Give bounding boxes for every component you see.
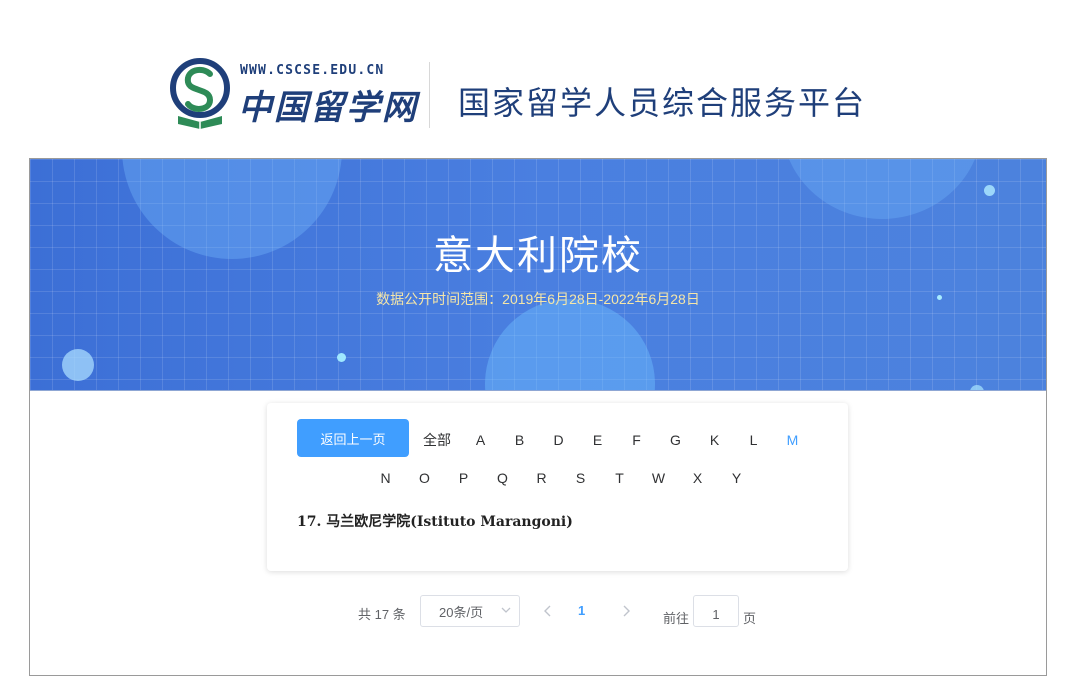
platform-title: 国家留学人员综合服务平台 [458,85,867,121]
header-divider [429,62,430,128]
chevron-right-icon[interactable] [618,601,634,621]
page-number-current[interactable]: 1 [578,603,585,618]
filter-letter-o[interactable]: O [405,470,444,486]
filter-letter-d[interactable]: D [539,432,578,448]
content-frame: 意大利院校 数据公开时间范围：2019年6月28日-2022年6月28日 返回上… [29,158,1047,676]
filter-letter-k[interactable]: K [695,432,734,448]
filter-letter-g[interactable]: G [656,432,695,448]
filter-all[interactable]: 全部 [413,430,461,450]
total-count: 共 17 条 [358,607,406,622]
filter-letter-b[interactable]: B [500,432,539,448]
filter-letter-n[interactable]: N [366,470,405,486]
filter-letter-a[interactable]: A [461,432,500,448]
banner-decoration [62,349,94,381]
back-button[interactable]: 返回上一页 [297,419,409,457]
pagination: 共 17 条 20条/页 1 前往 页 [30,595,1046,629]
filter-letter-t[interactable]: T [600,470,639,486]
filter-card: 返回上一页 全部 ABDEFGKLM NOPQRSTWXY 17. 马兰欧尼学院… [267,403,848,571]
banner-divider [30,390,1046,391]
goto-label: 前往 [663,611,690,626]
banner-decoration [984,185,995,196]
filter-letter-m[interactable]: M [773,432,812,448]
site-url: WWW.CSCSE.EDU.CN [240,63,385,78]
filter-letter-r[interactable]: R [522,470,561,486]
site-header: WWW.CSCSE.EDU.CN 中国留学网 国家留学人员综合服务平台 [0,0,1080,158]
letter-filter-row-2: NOPQRSTWXY [366,470,756,486]
filter-letter-l[interactable]: L [734,432,773,448]
filter-letter-p[interactable]: P [444,470,483,486]
page-title: 意大利院校 [433,234,643,278]
filter-letter-e[interactable]: E [578,432,617,448]
chevron-left-icon[interactable] [540,601,556,621]
goto-page-input[interactable] [693,595,739,627]
filter-letter-f[interactable]: F [617,432,656,448]
letter-filter-row-1: 全部 ABDEFGKLM [413,430,812,450]
cscse-logo-icon[interactable] [168,58,232,130]
chevron-down-icon [501,607,511,613]
result-item[interactable]: 17. 马兰欧尼学院(Istituto Marangoni) [297,511,573,531]
filter-letter-w[interactable]: W [639,470,678,486]
banner-decoration [337,353,346,362]
page-size-select[interactable]: 20条/页 [420,595,520,627]
goto-suffix: 页 [743,611,757,626]
filter-letter-s[interactable]: S [561,470,600,486]
page-size-value: 20条/页 [439,604,484,620]
filter-letter-q[interactable]: Q [483,470,522,486]
banner: 意大利院校 数据公开时间范围：2019年6月28日-2022年6月28日 [30,159,1046,391]
filter-letter-y[interactable]: Y [717,470,756,486]
site-name: 中国留学网 [238,88,418,128]
date-range-subtitle: 数据公开时间范围：2019年6月28日-2022年6月28日 [376,291,700,307]
filter-letter-x[interactable]: X [678,470,717,486]
